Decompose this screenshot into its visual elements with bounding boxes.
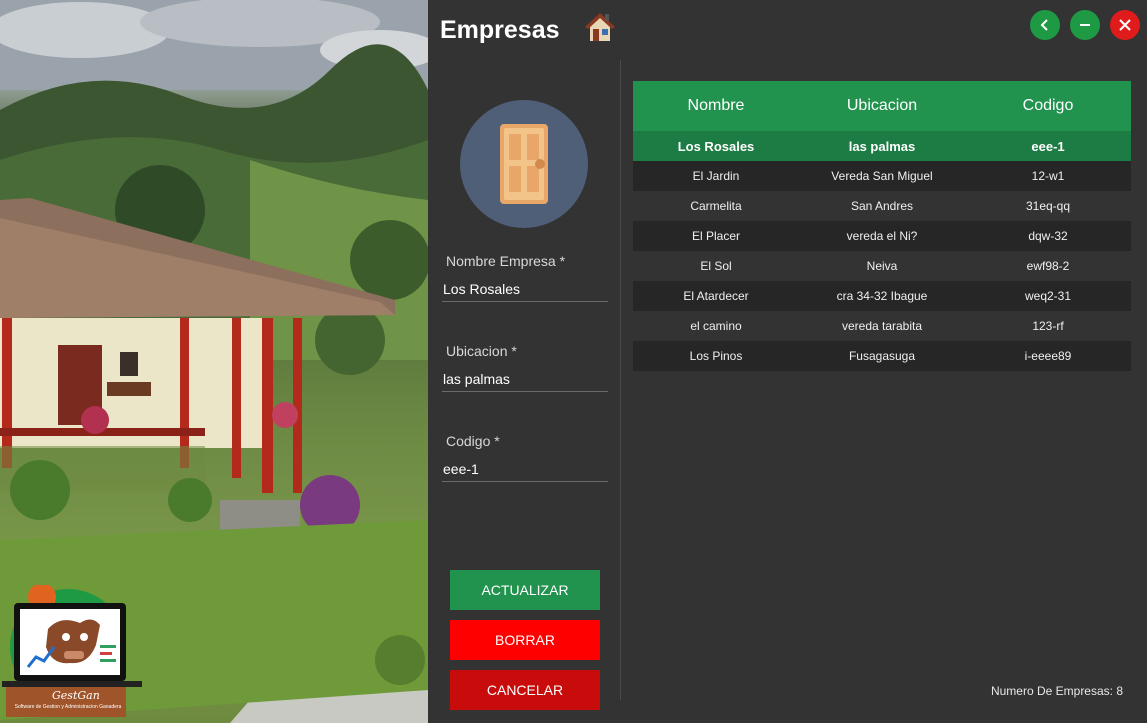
table-row[interactable]: Los Rosales las palmas eee-1 xyxy=(633,131,1131,161)
door-icon xyxy=(500,124,548,204)
company-avatar xyxy=(460,100,588,228)
company-count: Numero De Empresas: 8 xyxy=(990,684,1123,698)
cell-nombre: El Atardecer xyxy=(683,289,749,303)
background-photo: GestGan Software de Gestion y Administra… xyxy=(0,0,428,723)
cell-ubicacion: Neiva xyxy=(866,259,898,273)
house-icon xyxy=(585,13,615,41)
cell-ubicacion: San Andres xyxy=(850,199,914,213)
delete-button[interactable]: BORRAR xyxy=(450,620,600,660)
logo-name: GestGan xyxy=(52,689,100,702)
update-button[interactable]: ACTUALIZAR xyxy=(450,570,600,610)
table-row[interactable]: El Jardin Vereda San Miguel 12-w1 xyxy=(633,161,1131,191)
cell-codigo: i-eeee89 xyxy=(1024,349,1072,363)
column-header-ubicacion[interactable]: Ubicacion xyxy=(799,81,965,131)
cell-codigo: 31eq-qq xyxy=(1025,199,1071,213)
cell-codigo: weq2-31 xyxy=(1024,289,1072,303)
field-label-codigo: Codigo * xyxy=(446,433,500,449)
field-label-ubicacion: Ubicacion * xyxy=(446,343,517,359)
cell-codigo: ewf98-2 xyxy=(1026,259,1070,273)
cell-codigo: 123-rf xyxy=(1032,319,1064,333)
cell-nombre: Los Rosales xyxy=(677,138,755,154)
minimize-icon xyxy=(1080,24,1090,26)
logo-tagline: Software de Gestion y Administracion Gan… xyxy=(14,704,122,710)
table-row[interactable]: El Sol Neiva ewf98-2 xyxy=(633,251,1131,281)
table-row[interactable]: el camino vereda tarabita 123-rf xyxy=(633,311,1131,341)
table-row[interactable]: El Placer vereda el Ni? dqw-32 xyxy=(633,221,1131,251)
cell-ubicacion: Fusagasuga xyxy=(848,349,916,363)
cell-ubicacion: vereda el Ni? xyxy=(846,229,918,243)
ubicacion-input[interactable] xyxy=(442,366,608,392)
cell-nombre: el camino xyxy=(690,319,742,333)
cell-nombre: El Jardin xyxy=(692,169,740,183)
back-icon xyxy=(1040,19,1048,31)
cell-codigo: eee-1 xyxy=(1031,138,1065,154)
cell-nombre: El Sol xyxy=(700,259,732,273)
codigo-input[interactable] xyxy=(442,456,608,482)
close-button[interactable] xyxy=(1110,10,1140,40)
cancel-button[interactable]: CANCELAR xyxy=(450,670,600,710)
gestgan-logo: GestGan Software de Gestion y Administra… xyxy=(0,585,150,723)
cell-ubicacion: cra 34-32 Ibague xyxy=(836,289,928,303)
companies-table: Nombre Ubicacion Codigo Los Rosales las … xyxy=(633,81,1131,371)
cell-nombre: El Placer xyxy=(691,229,741,243)
table-row[interactable]: Los Pinos Fusagasuga i-eeee89 xyxy=(633,341,1131,371)
cell-codigo: dqw-32 xyxy=(1028,229,1068,243)
column-header-nombre[interactable]: Nombre xyxy=(633,81,799,131)
cell-codigo: 12-w1 xyxy=(1031,169,1065,183)
nombre-empresa-input[interactable] xyxy=(442,276,608,302)
cell-nombre: Carmelita xyxy=(690,199,742,213)
table-header: Nombre Ubicacion Codigo xyxy=(633,81,1131,131)
close-icon xyxy=(1119,19,1131,31)
field-label-nombre: Nombre Empresa * xyxy=(446,253,566,269)
main-panel: Empresas Nombre Empresa * Los Rosales Ub… xyxy=(428,0,1147,723)
back-button[interactable] xyxy=(1030,10,1060,40)
column-header-codigo[interactable]: Codigo xyxy=(965,81,1131,131)
table-row[interactable]: El Atardecer cra 34-32 Ibague weq2-31 xyxy=(633,281,1131,311)
cell-nombre: Los Pinos xyxy=(689,349,743,363)
minimize-button[interactable] xyxy=(1070,10,1100,40)
cell-ubicacion: Vereda San Miguel xyxy=(831,169,933,183)
cell-ubicacion: las palmas xyxy=(848,138,916,154)
page-title: Empresas xyxy=(440,16,560,44)
table-row[interactable]: Carmelita San Andres 31eq-qq xyxy=(633,191,1131,221)
vertical-divider xyxy=(620,60,621,700)
cell-ubicacion: vereda tarabita xyxy=(841,319,923,333)
